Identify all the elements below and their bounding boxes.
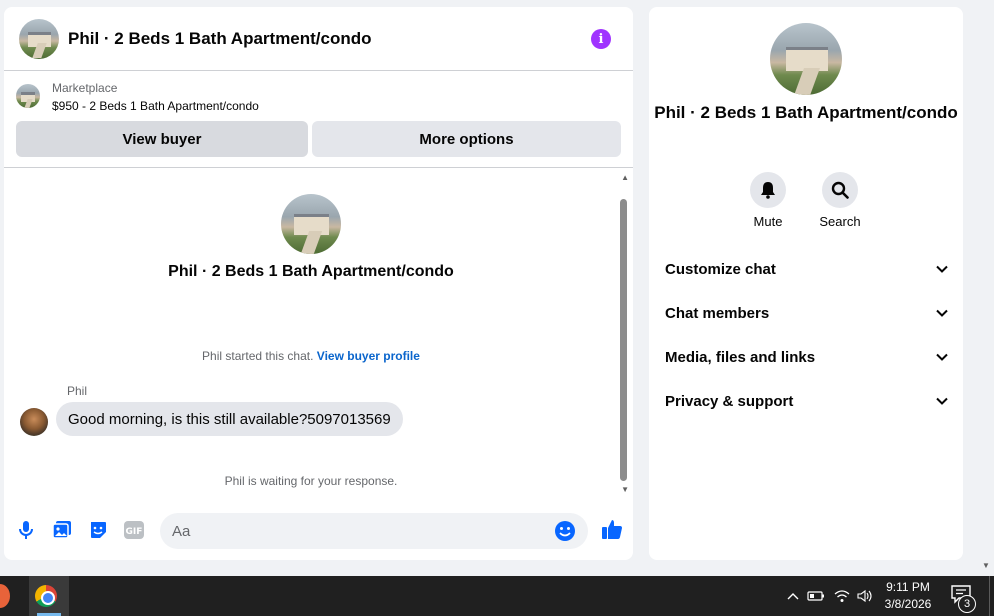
view-buyer-button[interactable]: View buyer	[16, 121, 308, 157]
taskbar-clock[interactable]: 9:11 PM 3/8/2026	[872, 579, 944, 613]
notification-badge: 3	[958, 595, 976, 613]
tray-chevron-up-icon[interactable]	[784, 576, 802, 616]
emoji-icon[interactable]	[554, 520, 576, 542]
chat-started-notice: Phil started this chat. View buyer profi…	[4, 349, 618, 363]
battery-icon[interactable]	[806, 576, 826, 616]
chat-title[interactable]: Phil · 2 Beds 1 Bath Apartment/condo	[68, 29, 372, 49]
section-label: Chat members	[665, 304, 770, 322]
conversation-info-panel: Phil · 2 Beds 1 Bath Apartment/condo Mut…	[649, 7, 963, 560]
search-button[interactable]: Search	[810, 172, 870, 229]
chevron-down-icon	[936, 353, 948, 361]
search-circle[interactable]	[822, 172, 858, 208]
info-icon[interactable]: i	[591, 29, 611, 49]
marketplace-banner: Marketplace $950 - 2 Beds 1 Bath Apartme…	[4, 71, 633, 168]
chevron-down-icon	[936, 397, 948, 405]
section-chat-members[interactable]: Chat members	[665, 301, 949, 325]
page-scroll-down-arrow[interactable]: ▼	[982, 561, 990, 570]
show-desktop-divider[interactable]	[989, 576, 990, 616]
chevron-down-icon	[936, 309, 948, 317]
side-title: Phil · 2 Beds 1 Bath Apartment/condo	[654, 103, 958, 122]
listing-avatar[interactable]	[19, 18, 59, 59]
wifi-icon[interactable]	[832, 576, 852, 616]
message-bubble[interactable]: Good morning, is this still available?50…	[56, 402, 403, 436]
search-icon	[831, 181, 849, 199]
clock-date: 3/8/2026	[884, 597, 932, 611]
chrome-icon	[35, 585, 57, 607]
taskbar-app-partial[interactable]	[0, 584, 10, 608]
listing-thumbnail[interactable]	[16, 84, 40, 108]
sender-avatar[interactable]	[20, 408, 48, 436]
mute-circle[interactable]	[750, 172, 786, 208]
chat-panel: Phil · 2 Beds 1 Bath Apartment/condo i M…	[4, 7, 633, 560]
search-label: Search	[819, 214, 861, 229]
scroll-up-arrow[interactable]: ▲	[621, 173, 629, 182]
view-buyer-profile-link[interactable]: View buyer profile	[317, 349, 420, 363]
thumbs-up-icon[interactable]	[600, 517, 624, 541]
waiting-notice: Phil is waiting for your response.	[224, 474, 398, 488]
thread-avatar[interactable]	[281, 194, 341, 254]
mute-label: Mute	[753, 214, 783, 229]
listing-summary[interactable]: $950 - 2 Beds 1 Bath Apartment/condo	[52, 99, 259, 113]
chat-started-text: Phil started this chat.	[202, 349, 314, 363]
scroll-down-arrow[interactable]: ▼	[621, 485, 629, 494]
svg-text:GIF: GIF	[126, 527, 143, 537]
bell-icon	[761, 182, 775, 199]
more-options-button[interactable]: More options	[312, 121, 621, 157]
marketplace-source: Marketplace	[52, 81, 118, 95]
message-input[interactable]: Aa	[160, 513, 588, 549]
scrollbar-thumb[interactable]	[620, 199, 627, 481]
chat-header: Phil · 2 Beds 1 Bath Apartment/condo i	[4, 7, 633, 71]
section-label: Privacy & support	[665, 392, 794, 410]
section-media-files-links[interactable]: Media, files and links	[665, 345, 949, 369]
microphone-icon[interactable]	[15, 519, 37, 541]
section-label: Media, files and links	[665, 348, 816, 366]
taskbar: 9:11 PM 3/8/2026 3	[0, 576, 994, 616]
section-label: Customize chat	[665, 260, 776, 278]
clock-time: 9:11 PM	[886, 580, 930, 594]
composer: GIF Aa	[4, 510, 633, 550]
mute-button[interactable]: Mute	[738, 172, 798, 229]
sticker-icon[interactable]	[87, 519, 109, 541]
section-customize-chat[interactable]: Customize chat	[665, 257, 949, 281]
photo-icon[interactable]	[51, 519, 73, 541]
section-privacy-support[interactable]: Privacy & support	[665, 389, 949, 413]
thread-title: Phil · 2 Beds 1 Bath Apartment/condo	[168, 263, 454, 280]
taskbar-chrome[interactable]	[29, 576, 69, 616]
side-avatar[interactable]	[770, 23, 842, 95]
chevron-down-icon	[936, 265, 948, 273]
gif-icon[interactable]: GIF	[123, 519, 145, 541]
message-thread: ▲ ▼ Phil · 2 Beds 1 Bath Apartment/condo…	[4, 169, 633, 499]
sender-name: Phil	[67, 384, 88, 398]
message-input-placeholder: Aa	[172, 522, 191, 540]
